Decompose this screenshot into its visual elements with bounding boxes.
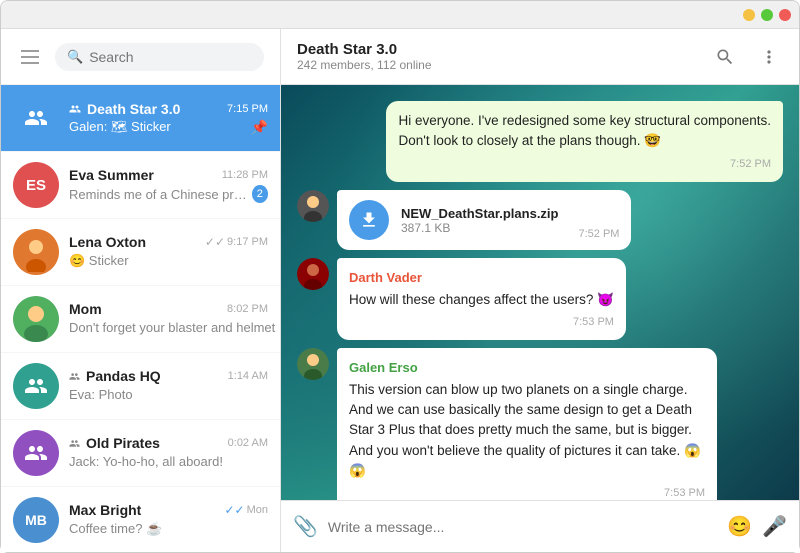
chat-time: 8:02 PM [227, 303, 268, 315]
chat-preview: Coffee time? ☕ [69, 521, 162, 536]
message-time: 7:53 PM [349, 485, 705, 500]
chat-name: Death Star 3.0 [69, 101, 180, 117]
chat-info: Old Pirates 0:02 AM Jack: Yo-ho-ho, all … [69, 435, 268, 471]
avatar: ES [13, 162, 59, 208]
chat-time: 9:17 PM [227, 236, 268, 248]
file-bubble: NEW_DeathStar.plans.zip 387.1 KB 7:52 PM [337, 190, 631, 250]
window-controls [743, 9, 791, 21]
sender-avatar [297, 348, 329, 380]
restore-button[interactable] [761, 9, 773, 21]
chat-name: Eva Summer [69, 167, 154, 183]
more-options-button[interactable] [755, 43, 783, 71]
chat-time: 7:15 PM [227, 103, 268, 115]
app-layout: 🔍 Death Star 3.0 7:15 PM [1, 29, 799, 552]
menu-button[interactable] [17, 46, 43, 68]
chat-item-eva-summer[interactable]: ES Eva Summer 11:28 PM Reminds me of a C… [1, 152, 280, 219]
chat-item-max-bright[interactable]: MB Max Bright ✓✓ Mon Coffee time? ☕ [1, 487, 280, 552]
chat-header-actions [711, 43, 783, 71]
chat-info: Pandas HQ 1:14 AM Eva: Photo [69, 368, 268, 404]
sender-avatar [297, 190, 329, 222]
search-icon: 🔍 [67, 49, 83, 65]
chat-info: Death Star 3.0 7:15 PM Galen: 🗺 Sticker … [69, 101, 268, 136]
chat-time: Mon [247, 504, 268, 516]
file-download-icon[interactable] [349, 200, 389, 240]
chat-item-old-pirates[interactable]: Old Pirates 0:02 AM Jack: Yo-ho-ho, all … [1, 420, 280, 487]
message-time: 7:53 PM [349, 314, 614, 331]
chat-name: Lena Oxton [69, 234, 146, 250]
attach-icon[interactable]: 📎 [293, 514, 318, 539]
chat-preview: Eva: Photo [69, 387, 133, 402]
search-button[interactable] [711, 43, 739, 71]
messages-container: Hi everyone. I've redesigned some key st… [281, 85, 799, 500]
avatar [13, 229, 59, 275]
sender-name: Galen Erso [349, 358, 705, 378]
close-button[interactable] [779, 9, 791, 21]
search-box: 🔍 [55, 43, 264, 71]
message-incoming-file: NEW_DeathStar.plans.zip 387.1 KB 7:52 PM [297, 190, 783, 250]
message-darth-vader: Darth Vader How will these changes affec… [297, 258, 783, 340]
mic-icon[interactable]: 🎤 [762, 514, 787, 539]
chat-preview: Galen: 🗺 Sticker [69, 119, 171, 135]
file-name: NEW_DeathStar.plans.zip [401, 206, 558, 221]
chat-item-pandas-hq[interactable]: Pandas HQ 1:14 AM Eva: Photo [1, 353, 280, 420]
unread-badge: 2 [252, 185, 268, 203]
chat-preview: 😊 Sticker [69, 253, 129, 268]
chat-item-mom[interactable]: Mom 8:02 PM Don't forget your blaster an… [1, 286, 280, 353]
title-bar [1, 1, 799, 29]
chat-info: Lena Oxton ✓✓ 9:17 PM 😊 Sticker [69, 234, 268, 270]
avatar [13, 296, 59, 342]
file-info: NEW_DeathStar.plans.zip 387.1 KB [401, 206, 558, 235]
chat-header-name: Death Star 3.0 [297, 41, 432, 58]
minimize-button[interactable] [743, 9, 755, 21]
chat-name: Pandas HQ [69, 368, 161, 384]
avatar [13, 430, 59, 476]
sender-avatar [297, 258, 329, 290]
chat-messages: Hi everyone. I've redesigned some key st… [281, 85, 799, 500]
chat-name: Mom [69, 301, 102, 317]
chat-info: Eva Summer 11:28 PM Reminds me of a Chin… [69, 167, 268, 203]
message-time: 7:52 PM [578, 228, 619, 240]
chat-header: Death Star 3.0 242 members, 112 online [281, 29, 799, 85]
chat-list: Death Star 3.0 7:15 PM Galen: 🗺 Sticker … [1, 85, 280, 552]
message-outgoing-1: Hi everyone. I've redesigned some key st… [297, 101, 783, 182]
file-size: 387.1 KB [401, 221, 558, 235]
chat-info: Max Bright ✓✓ Mon Coffee time? ☕ [69, 502, 268, 538]
message-time: 7:52 PM [398, 156, 771, 173]
chat-preview: Reminds me of a Chinese prove... [69, 187, 248, 202]
chat-preview: Jack: Yo-ho-ho, all aboard! [69, 454, 223, 469]
chat-area: Death Star 3.0 242 members, 112 online [281, 29, 799, 552]
sidebar-header: 🔍 [1, 29, 280, 85]
chat-time: 0:02 AM [228, 437, 268, 449]
message-text: How will these changes affect the users?… [349, 290, 614, 310]
chat-time: 1:14 AM [228, 370, 268, 382]
chat-item-death-star[interactable]: Death Star 3.0 7:15 PM Galen: 🗺 Sticker … [1, 85, 280, 152]
avatar [13, 95, 59, 141]
avatar: MB [13, 497, 59, 543]
chat-time: 11:28 PM [222, 169, 268, 181]
emoji-icon[interactable]: 😊 [727, 514, 752, 539]
message-input[interactable] [328, 519, 717, 535]
chat-input-area: 📎 😊 🎤 [281, 500, 799, 552]
message-galen-erso: Galen Erso This version can blow up two … [297, 348, 783, 500]
chat-name: Max Bright [69, 502, 141, 518]
bubble: Hi everyone. I've redesigned some key st… [386, 101, 783, 182]
bubble: Galen Erso This version can blow up two … [337, 348, 717, 500]
chat-item-lena-oxton[interactable]: Lena Oxton ✓✓ 9:17 PM 😊 Sticker [1, 219, 280, 286]
bubble: Darth Vader How will these changes affec… [337, 258, 626, 340]
chat-name: Old Pirates [69, 435, 160, 451]
chat-header-info: Death Star 3.0 242 members, 112 online [297, 41, 432, 72]
chat-info: Mom 8:02 PM Don't forget your blaster an… [69, 301, 268, 337]
sidebar: 🔍 Death Star 3.0 7:15 PM [1, 29, 281, 552]
message-text: This version can blow up two planets on … [349, 380, 705, 481]
message-text: Hi everyone. I've redesigned some key st… [398, 111, 771, 152]
sender-name: Darth Vader [349, 268, 614, 288]
chat-preview: Don't forget your blaster and helmet [69, 320, 275, 335]
avatar [13, 363, 59, 409]
search-input[interactable] [89, 49, 252, 65]
chat-header-status: 242 members, 112 online [297, 58, 432, 72]
